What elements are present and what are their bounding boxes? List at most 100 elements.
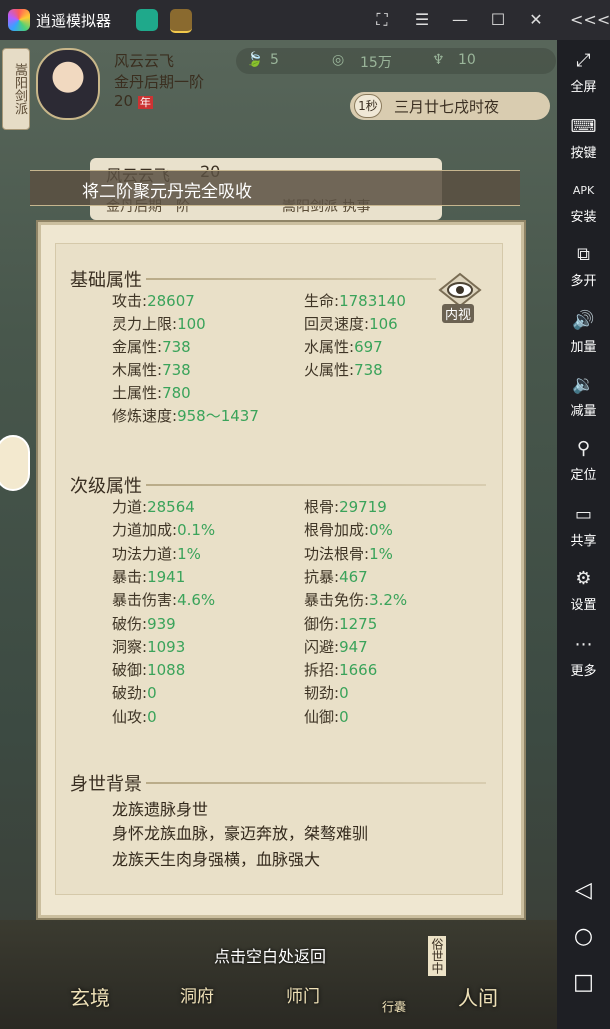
attribute-value: 0% [369,521,393,540]
section-divider [146,484,486,486]
android-home-icon[interactable]: ○ [557,924,610,949]
attribute-key: 根骨加成 [304,521,365,540]
attribute-key: 土属性 [112,384,158,402]
player-realm: 金丹后期一阶 [114,73,205,91]
more-icon: ⋯ [574,634,593,655]
ingot-icon: ♆ [432,52,445,68]
attribute-scroll-area[interactable]: 内视 基础属性 攻击:28607 生命:1783140 灵力上限:100 回灵速度:1… [55,243,503,895]
attribute-key: 力道 [112,498,143,516]
attribute-value: 1088 [147,661,186,680]
minimize-button[interactable]: — [448,8,472,32]
attribute-key: 水属性 [304,338,350,356]
floating-assistant-button[interactable] [0,435,30,491]
volume-down-icon: 🔉 [572,374,595,395]
attribute-row: 根骨:29719 [304,496,387,517]
attribute-key: 功法根骨 [304,544,365,563]
attribute-key: 功法力道 [112,544,173,563]
sidebar-item-0[interactable]: ⤢ 全屏 [557,50,610,95]
attribute-row: 力道:28564 [112,496,195,517]
player-level-line: 20 年 [114,92,204,110]
attribute-row: 抗暴:467 [304,566,368,587]
attribute-row: 暴击伤害:4.6% [112,589,215,610]
attribute-row: 暴击:1941 [112,566,185,587]
attribute-key: 暴击免伤 [304,591,365,610]
attribute-key: 洞察 [112,637,143,656]
sidebar-item-1[interactable]: ⌨ 按键 [557,116,610,161]
sidebar-label: 安装 [570,210,597,225]
attribute-key: 生命 [304,292,335,310]
time-bar[interactable]: 1秒 三月廿七戌时夜 [350,92,550,120]
world-badge: 俗世中 [428,936,446,976]
home-tab-icon[interactable] [136,9,158,31]
attribute-key: 火属性 [304,361,350,379]
attribute-row: 破御:1088 [112,659,185,680]
attribute-value: 29719 [339,498,387,516]
location-icon: ⚲ [576,438,591,459]
inspect-label[interactable]: 内视 [442,304,475,323]
attribute-value: 780 [162,384,191,402]
volume-up-icon: 🔊 [572,310,595,331]
attribute-row: 金属性:738 [112,336,191,357]
nav-xuanjing[interactable]: 玄境 [70,982,110,1011]
attribute-row: 拆招:1666 [304,659,377,680]
nav-dongfu[interactable]: 洞府 [180,982,214,1007]
attribute-value: 467 [339,567,368,586]
nav-xingnang[interactable]: 行囊 [382,998,406,1015]
sidebar-label: 全屏 [570,80,597,95]
attribute-row: 灵力上限:100 [112,313,206,334]
attribute-key: 灵力上限 [112,315,173,333]
android-recent-icon[interactable]: □ [557,970,610,995]
emulator-sidebar: ⤢ 全屏 ⌨ 按键 APK 安装 ⧉ 多开 🔊 加量 🔉 减量 ⚲ 定位 ▭ 共享 ⚙ 设置 ⋯ 更多 ◁ ○ □ [557,40,610,1029]
attribute-value: 3.2% [369,591,408,610]
background-line: 龙族遗脉身世 [112,800,209,819]
attribute-row: 仙御:0 [304,706,349,727]
close-button[interactable]: ✕ [524,8,548,32]
attribute-value: 1% [177,544,201,563]
attribute-key: 拆招 [304,661,335,680]
attribute-value: 0.1% [177,521,216,540]
background-line: 龙族天生肉身强横，血脉强大 [112,850,321,869]
time-speed-button[interactable]: 1秒 [354,94,382,118]
menu-icon[interactable]: ☰ [410,8,434,32]
leaf-icon: 🍃 [246,52,264,68]
sidebar-item-8[interactable]: ⚙ 设置 [557,568,610,613]
sidebar-item-2[interactable]: APK 安装 [557,180,610,225]
game-viewport[interactable]: 嵩阳剑派 风云云飞 金丹后期一阶 20 年 🍃 5 ◎ 15万 ♆ 10 1秒 … [0,40,557,1029]
attribute-value: 697 [354,338,383,356]
attribute-key: 攻击 [112,292,143,310]
attribute-value: 738 [162,338,191,356]
attribute-row: 生命:1783140 [304,290,406,311]
sidebar-label: 更多 [570,664,597,679]
game-tab-icon[interactable] [170,9,192,33]
sidebar-item-6[interactable]: ⚲ 定位 [557,438,610,483]
sidebar-label: 定位 [570,468,597,483]
android-back-icon[interactable]: ◁ [557,878,610,903]
attribute-key: 暴击伤害 [112,591,173,610]
attribute-row: 暴击免伤:3.2% [304,589,407,610]
collapse-sidebar-icon[interactable]: <<< [570,8,610,32]
attribute-key: 力道加成 [112,521,173,540]
fullscreen-icon: ⤢ [576,50,591,71]
resource-coin-value: 15万 [360,55,392,71]
multi-instance-icon: ⧉ [577,244,590,265]
attribute-row: 攻击:28607 [112,290,195,311]
screenshot-icon[interactable]: ⛶ [370,8,394,32]
attribute-value: 100 [177,315,206,333]
nav-renjian[interactable]: 人间 [458,982,498,1011]
attribute-row: 回灵速度:106 [304,313,398,334]
attribute-value: 1783140 [339,292,406,310]
sidebar-item-9[interactable]: ⋯ 更多 [557,634,610,679]
sidebar-item-5[interactable]: 🔉 减量 [557,374,610,419]
resource-leaf-value: 5 [270,52,279,68]
return-hint[interactable]: 点击空白处返回 [214,943,326,967]
attribute-key: 破劲 [112,684,143,703]
sidebar-item-4[interactable]: 🔊 加量 [557,310,610,355]
app-title: 逍遥模拟器 [36,12,112,30]
nav-shimen[interactable]: 师门 [286,982,320,1007]
player-info: 风云云飞 金丹后期一阶 20 年 [114,50,204,110]
sidebar-item-7[interactable]: ▭ 共享 [557,504,610,549]
maximize-button[interactable]: ☐ [486,8,510,32]
attribute-value: 106 [369,315,398,333]
avatar[interactable] [36,48,100,120]
sidebar-item-3[interactable]: ⧉ 多开 [557,244,610,289]
